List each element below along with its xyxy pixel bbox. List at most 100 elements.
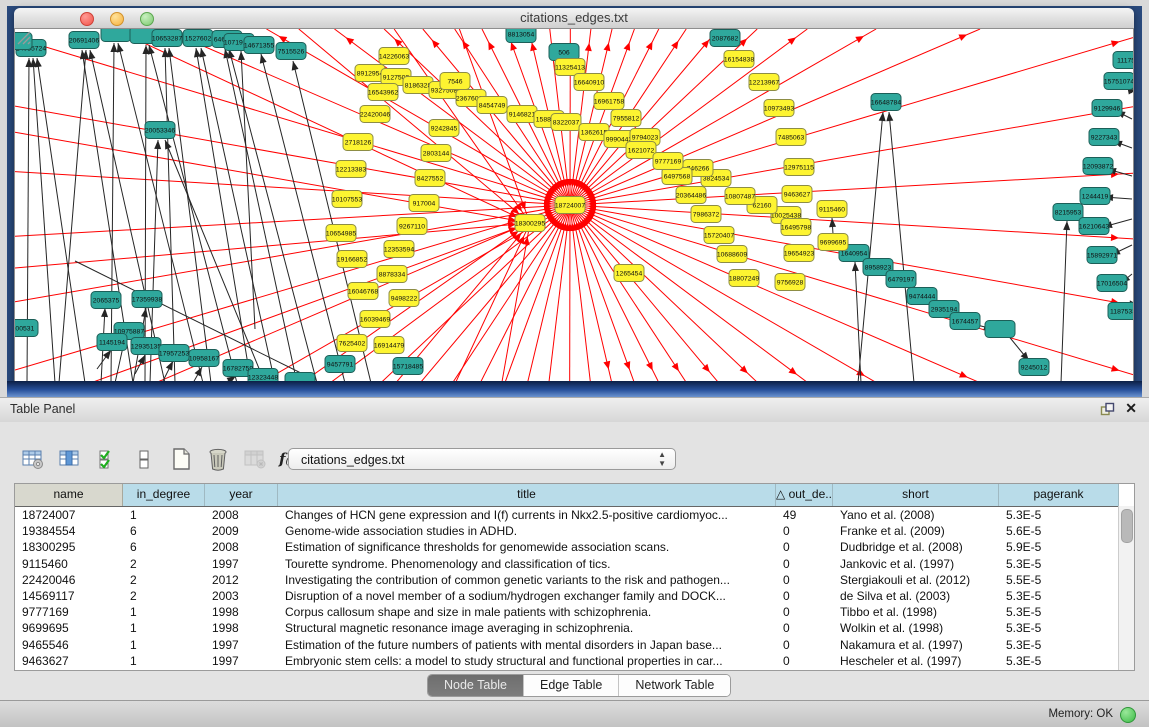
desktop-bottom-band — [7, 381, 1142, 397]
svg-text:16039469: 16039469 — [360, 316, 390, 323]
svg-text:16914479: 16914479 — [374, 342, 404, 349]
svg-text:1244419: 1244419 — [1082, 193, 1109, 200]
tab-edge-table[interactable]: Edge Table — [524, 675, 619, 696]
table-cell: 1998 — [205, 604, 278, 620]
svg-text:10973493: 10973493 — [764, 105, 794, 112]
column-header-year[interactable]: year — [205, 484, 278, 506]
svg-text:9129946: 9129946 — [1094, 105, 1121, 112]
table-row[interactable]: 946362711997Embryonic stem cells: a mode… — [15, 653, 1134, 669]
table-row[interactable]: 2242004622012Investigating the contribut… — [15, 572, 1134, 588]
network-window-titlebar[interactable]: citations_edges.txt — [14, 8, 1134, 29]
minimize-window-button[interactable] — [110, 12, 124, 26]
svg-text:20364486: 20364486 — [676, 192, 706, 199]
table-panel-title: Table Panel — [10, 402, 75, 416]
resize-grip-icon[interactable] — [15, 29, 33, 47]
table-cell: Dudbridge et al. (2008) — [833, 539, 999, 555]
table-selector-value: citations_edges.txt — [301, 453, 405, 467]
svg-text:9498222: 9498222 — [391, 295, 418, 302]
table-cell: Yano et al. (2008) — [833, 507, 999, 523]
table-cell: Corpus callosum shape and size in male p… — [278, 604, 776, 620]
column-header-pagerank[interactable]: pagerank — [999, 484, 1119, 506]
dropdown-stepper-icon: ▲▼ — [658, 450, 666, 468]
table-row[interactable]: 1456911722003Disruption of a novel membe… — [15, 588, 1134, 604]
svg-text:2718126: 2718126 — [345, 139, 372, 146]
table-selector-dropdown[interactable]: citations_edges.txt ▲▼ — [288, 448, 676, 470]
new-document-icon[interactable] — [166, 445, 196, 473]
cytoscape-app: citations_edges.txt 24055724206914061065… — [0, 0, 1149, 727]
table-cell: Disruption of a novel member of a sodium… — [278, 588, 776, 604]
table-cell: 2008 — [205, 507, 278, 523]
table-row[interactable]: 1938455462009Genome-wide association stu… — [15, 523, 1134, 539]
close-panel-icon[interactable]: ✕ — [1125, 400, 1137, 417]
table-cell: 0 — [776, 653, 833, 669]
table-cell: 9699695 — [15, 620, 123, 636]
table-cell: 9777169 — [15, 604, 123, 620]
svg-text:111753: 111753 — [1117, 57, 1133, 64]
svg-text:9227343: 9227343 — [1091, 134, 1118, 141]
table-toolbar: f(x) — [18, 444, 304, 474]
column-header-short[interactable]: short — [833, 484, 999, 506]
svg-text:19166852: 19166852 — [337, 256, 367, 263]
table-cell: 1997 — [205, 637, 278, 653]
table-row[interactable]: 911546021997Tourette syndrome. Phenomeno… — [15, 556, 1134, 572]
citation-network-graph[interactable]: 2405572420691406106532871527602646616010… — [15, 29, 1133, 383]
network-canvas[interactable]: 2405572420691406106532871527602646616010… — [14, 29, 1134, 383]
table-vertical-scrollbar[interactable] — [1118, 506, 1134, 670]
tab-node-table[interactable]: Node Table — [428, 675, 524, 696]
delete-trash-icon[interactable] — [203, 445, 233, 473]
table-cell: Stergiakouli et al. (2012) — [833, 572, 999, 588]
table-cell: Nakamura et al. (1997) — [833, 637, 999, 653]
tab-network-table[interactable]: Network Table — [619, 675, 730, 696]
column-header-in_degree[interactable]: in_degree — [123, 484, 205, 506]
zoom-window-button[interactable] — [140, 12, 154, 26]
svg-text:10688609: 10688609 — [717, 251, 747, 258]
svg-text:17359938: 17359938 — [132, 296, 162, 303]
table-row[interactable]: 1830029562008Estimation of significance … — [15, 539, 1134, 555]
svg-text:19654923: 19654923 — [784, 250, 814, 257]
table-cell: 19384554 — [15, 523, 123, 539]
svg-text:16046768: 16046768 — [348, 288, 378, 295]
svg-text:10807487: 10807487 — [725, 193, 755, 200]
table-cell: 18300295 — [15, 539, 123, 555]
column-header-out_de[interactable]: △ out_de... — [776, 484, 833, 506]
table-cell: Wolkin et al. (1998) — [833, 620, 999, 636]
table-cell: 22420046 — [15, 572, 123, 588]
column-header-title[interactable]: title — [278, 484, 776, 506]
svg-text:506: 506 — [558, 49, 570, 56]
svg-text:16648784: 16648784 — [871, 99, 901, 106]
svg-text:18300295: 18300295 — [515, 220, 545, 227]
svg-text:15718485: 15718485 — [393, 363, 423, 370]
svg-text:1621072: 1621072 — [628, 147, 655, 154]
show-column-icon[interactable] — [55, 445, 85, 473]
table-row[interactable]: 946554611997Estimation of the future num… — [15, 637, 1134, 653]
svg-text:16640910: 16640910 — [574, 79, 604, 86]
svg-text:22420046: 22420046 — [360, 111, 390, 118]
table-cell: 0 — [776, 523, 833, 539]
table-cell: 2012 — [205, 572, 278, 588]
svg-text:9756928: 9756928 — [777, 279, 804, 286]
table-cell: 1 — [123, 637, 205, 653]
select-all-icon[interactable] — [92, 445, 122, 473]
svg-text:16961758: 16961758 — [594, 98, 624, 105]
svg-text:15892971: 15892971 — [1087, 252, 1117, 259]
svg-text:2065375: 2065375 — [93, 297, 120, 304]
memory-ok-indicator-icon — [1120, 707, 1136, 723]
table-cell: 6 — [123, 523, 205, 539]
table-row[interactable]: 969969511998Structural magnetic resonanc… — [15, 620, 1134, 636]
table-row[interactable]: 1872400712008Changes of HCN gene express… — [15, 507, 1134, 523]
table-cell: Genome-wide association studies in ADHD. — [278, 523, 776, 539]
column-header-name[interactable]: name — [15, 484, 123, 506]
unselect-all-icon[interactable] — [129, 445, 159, 473]
svg-text:16154838: 16154838 — [724, 56, 754, 63]
table-settings-icon[interactable] — [18, 445, 48, 473]
svg-text:11325413: 11325413 — [555, 64, 585, 71]
scrollbar-thumb[interactable] — [1121, 509, 1133, 543]
close-window-button[interactable] — [80, 12, 94, 26]
table-row[interactable]: 977716911998Corpus callosum shape and si… — [15, 604, 1134, 620]
svg-text:15720407: 15720407 — [704, 232, 734, 239]
table-cell: 1 — [123, 653, 205, 669]
svg-text:8958923: 8958923 — [865, 264, 892, 271]
float-panel-icon[interactable] — [1100, 402, 1115, 417]
svg-text:10107553: 10107553 — [332, 196, 362, 203]
table-cell: Tourette syndrome. Phenomenology and cla… — [278, 556, 776, 572]
